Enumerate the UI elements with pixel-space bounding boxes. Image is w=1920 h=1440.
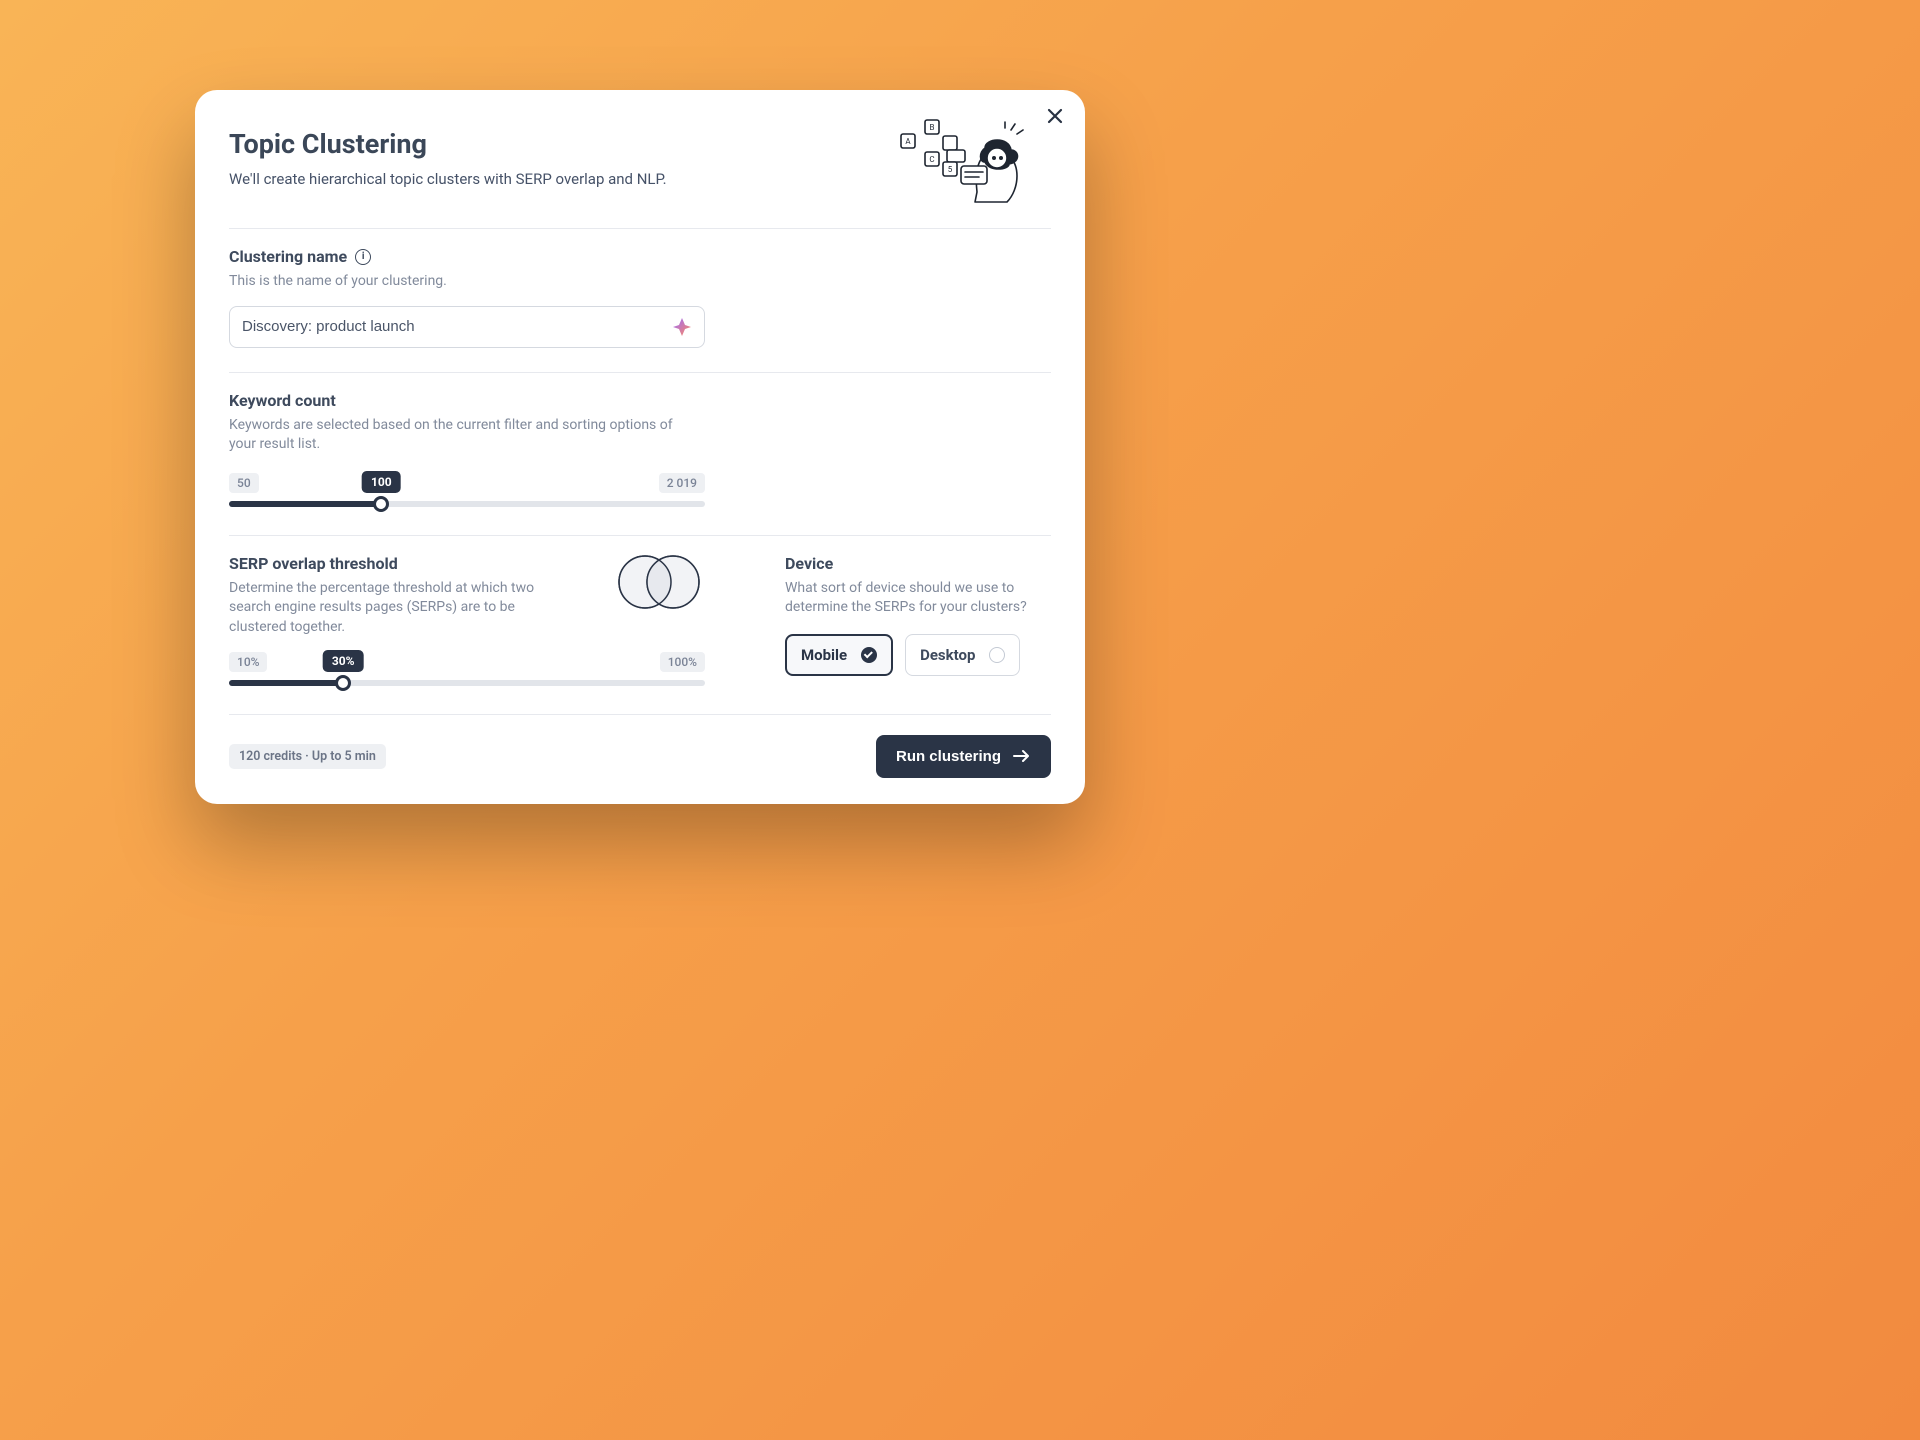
info-icon[interactable]: i — [355, 249, 371, 265]
clustering-name-help: This is the name of your clustering. — [229, 272, 1051, 292]
run-button-label: Run clustering — [896, 748, 1001, 765]
topic-clustering-modal: Topic Clustering We'll create hierarchic… — [195, 90, 1085, 804]
clustering-name-label: Clustering name — [229, 247, 347, 266]
modal-subtitle: We'll create hierarchical topic clusters… — [229, 170, 889, 188]
modal-header: Topic Clustering We'll create hierarchic… — [229, 120, 1051, 204]
keyword-min-tick: 50 — [229, 473, 259, 493]
sparkle-icon — [672, 317, 692, 337]
svg-text:B: B — [930, 123, 935, 132]
keyword-count-section: Keyword count Keywords are selected base… — [229, 391, 1051, 511]
device-mobile-label: Mobile — [801, 646, 847, 664]
svg-text:A: A — [905, 137, 911, 146]
serp-max-tick: 100% — [660, 652, 705, 672]
device-label: Device — [785, 554, 1051, 573]
venn-icon — [609, 554, 709, 610]
device-desktop-label: Desktop — [920, 646, 975, 664]
device-section: Device What sort of device should we use… — [785, 554, 1051, 690]
keyword-value-bubble: 100 — [362, 471, 401, 493]
credit-estimate-chip: 120 credits · Up to 5 min — [229, 744, 386, 769]
radio-icon — [989, 647, 1005, 663]
clustering-name-input[interactable] — [242, 318, 662, 335]
header-illustration: A B C 5 — [889, 114, 1039, 204]
divider — [229, 535, 1051, 536]
arrow-right-icon — [1013, 749, 1031, 763]
divider — [229, 372, 1051, 373]
svg-text:5: 5 — [948, 165, 953, 174]
close-icon — [1047, 108, 1063, 124]
clustering-name-input-wrap[interactable] — [229, 306, 705, 348]
serp-min-tick: 10% — [229, 652, 267, 672]
slider-thumb[interactable] — [335, 675, 351, 691]
keyword-count-label: Keyword count — [229, 391, 1051, 410]
keyword-count-help: Keywords are selected based on the curre… — [229, 416, 689, 455]
slider-thumb[interactable] — [373, 496, 389, 512]
close-button[interactable] — [1043, 104, 1067, 128]
serp-help: Determine the percentage threshold at wh… — [229, 579, 549, 638]
keyword-max-tick: 2 019 — [659, 473, 705, 493]
device-option-mobile[interactable]: Mobile — [785, 634, 893, 676]
clustering-name-section: Clustering name i This is the name of yo… — [229, 247, 1051, 348]
run-clustering-button[interactable]: Run clustering — [876, 735, 1051, 778]
serp-value-bubble: 30% — [323, 650, 364, 672]
serp-threshold-slider[interactable]: 10% 100% 30% — [229, 652, 705, 690]
device-option-desktop[interactable]: Desktop — [905, 634, 1020, 676]
svg-text:C: C — [929, 155, 934, 164]
divider — [229, 228, 1051, 229]
serp-threshold-section: SERP overlap threshold Determine the per… — [229, 554, 705, 690]
device-help: What sort of device should we use to det… — [785, 579, 1051, 618]
divider — [229, 714, 1051, 715]
modal-title: Topic Clustering — [229, 128, 889, 160]
check-icon — [861, 647, 877, 663]
keyword-count-slider[interactable]: 50 2 019 100 — [229, 473, 705, 511]
